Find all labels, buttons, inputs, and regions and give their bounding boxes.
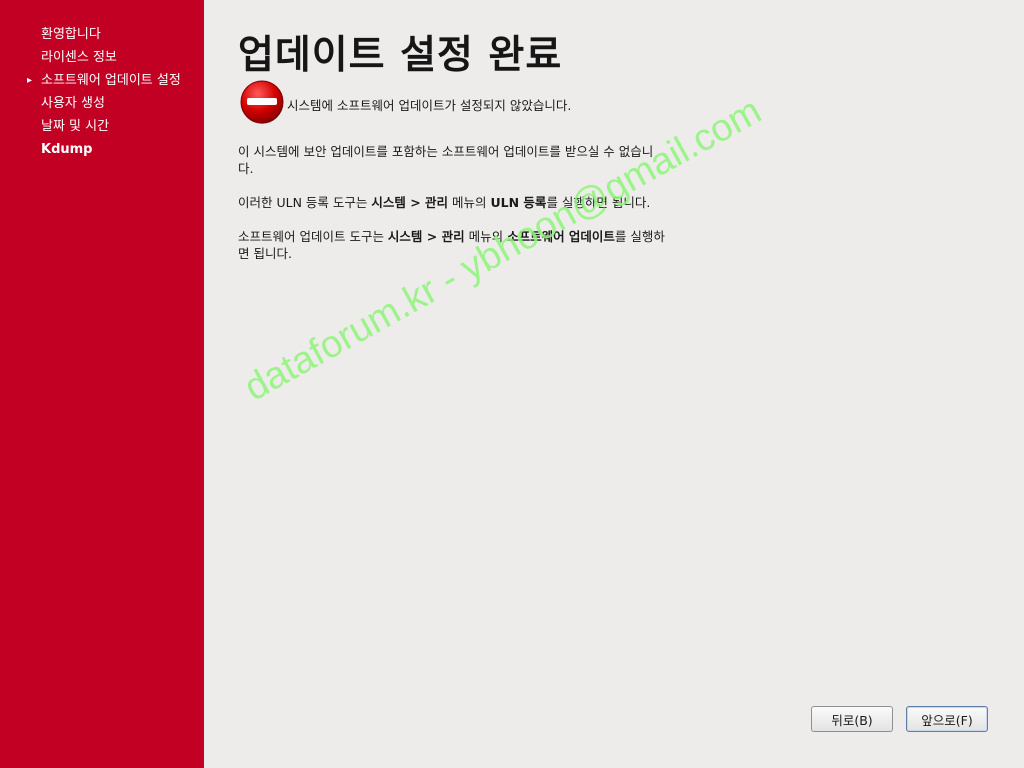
sidebar-steps: 환영합니다 라이센스 정보 ▸ 소프트웨어 업데이트 설정 사용자 생성 날짜 … bbox=[0, 0, 204, 158]
current-step-arrow-icon: ▸ bbox=[27, 75, 33, 86]
sidebar-item-license: 라이센스 정보 bbox=[0, 49, 204, 66]
text-segment: 소프트웨어 업데이트 도구는 bbox=[238, 229, 388, 244]
status-message: 시스템에 소프트웨어 업데이트가 설정되지 않았습니다. bbox=[287, 98, 572, 113]
sidebar-item-label: 날짜 및 시간 bbox=[41, 119, 110, 134]
page-title: 업데이트 설정 완료 bbox=[238, 33, 563, 78]
sidebar-item-date-time: 날짜 및 시간 bbox=[0, 118, 204, 135]
sidebar-item-label: Kdump bbox=[41, 142, 93, 157]
sidebar-item-create-user: 사용자 생성 bbox=[0, 95, 204, 112]
sidebar-item-label: 라이센스 정보 bbox=[41, 50, 117, 65]
text-segment: 이러한 ULN 등록 도구는 bbox=[238, 195, 372, 210]
sidebar-item-kdump: Kdump bbox=[0, 141, 204, 158]
firstboot-window: 환영합니다 라이센스 정보 ▸ 소프트웨어 업데이트 설정 사용자 생성 날짜 … bbox=[0, 0, 1024, 768]
sidebar-item-software-update: ▸ 소프트웨어 업데이트 설정 bbox=[0, 72, 204, 89]
sidebar-item-label: 환영합니다 bbox=[41, 27, 101, 42]
menu-path: 시스템 > 관리 bbox=[371, 195, 449, 210]
text-segment: 메뉴의 bbox=[448, 195, 491, 210]
sidebar-item-label: 사용자 생성 bbox=[41, 96, 105, 111]
back-button[interactable]: 뒤로(B) bbox=[811, 706, 893, 732]
sidebar-item-welcome: 환영합니다 bbox=[0, 26, 204, 43]
sidebar: 환영합니다 라이센스 정보 ▸ 소프트웨어 업데이트 설정 사용자 생성 날짜 … bbox=[0, 0, 204, 768]
menu-path: 시스템 > 관리 bbox=[387, 229, 465, 244]
forward-button[interactable]: 앞으로(F) bbox=[906, 706, 988, 732]
stop-icon bbox=[240, 80, 284, 124]
main-content: 업데이트 설정 완료 시스템에 소프트웨어 업데이트가 설정되지 않았습니다. … bbox=[204, 0, 1024, 768]
status-row: 시스템에 소프트웨어 업데이트가 설정되지 않았습니다. bbox=[239, 80, 699, 128]
sidebar-item-label: 소프트웨어 업데이트 설정 bbox=[41, 73, 181, 88]
